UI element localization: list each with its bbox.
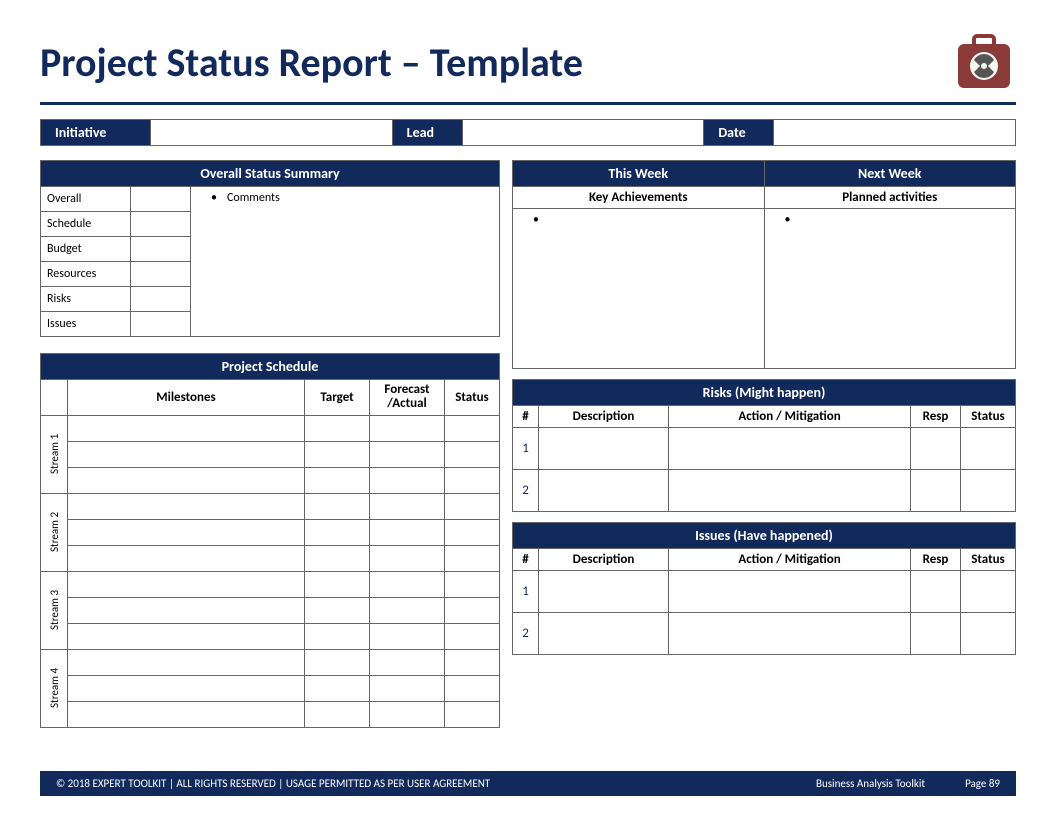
risks-status-col: Status <box>961 406 1016 428</box>
this-week-header: This Week <box>513 161 765 187</box>
risks-status-cell[interactable] <box>131 287 191 312</box>
issues-status-col: Status <box>961 549 1016 571</box>
toolkit-logo-icon <box>952 30 1016 94</box>
lead-label: Lead <box>393 120 463 145</box>
issues-action-col: Action / Mitigation <box>669 549 911 571</box>
initiative-value[interactable] <box>151 120 393 145</box>
issues-num-col: # <box>513 549 539 571</box>
page-title: Project Status Report – Template <box>40 38 583 87</box>
overall-status-cell[interactable] <box>131 187 191 212</box>
issue-row-num: 2 <box>513 613 539 655</box>
issues-status-cell[interactable] <box>131 312 191 337</box>
risks-header: Risks (Might happen) <box>513 380 1016 406</box>
risks-num-col: # <box>513 406 539 428</box>
key-achievements-cell[interactable] <box>513 209 765 369</box>
planned-activities-label: Planned activities <box>764 187 1016 209</box>
risk-row-num: 1 <box>513 428 539 470</box>
risks-row-label: Risks <box>41 287 131 312</box>
stream-4-label: Stream 4 <box>41 649 68 727</box>
page-footer: © 2018 EXPERT TOOLKIT | ALL RIGHTS RESER… <box>40 771 1016 796</box>
stream-3-label: Stream 3 <box>41 571 68 649</box>
overall-status-table: Overall Status Summary Overall Comments … <box>40 160 500 337</box>
issues-resp-col: Resp <box>911 549 961 571</box>
overall-row-label: Overall <box>41 187 131 212</box>
page-header: Project Status Report – Template <box>40 30 1016 105</box>
schedule-header: Project Schedule <box>41 354 500 380</box>
risks-resp-col: Resp <box>911 406 961 428</box>
target-col: Target <box>305 380 370 416</box>
issues-row-label: Issues <box>41 312 131 337</box>
key-achievements-label: Key Achievements <box>513 187 765 209</box>
issues-table: Issues (Have happened) # Description Act… <box>512 522 1016 655</box>
budget-status-cell[interactable] <box>131 237 191 262</box>
footer-copyright: © 2018 EXPERT TOOLKIT | ALL RIGHTS RESER… <box>56 777 490 790</box>
next-week-header: Next Week <box>764 161 1016 187</box>
week-table: This Week Next Week Key Achievements Pla… <box>512 160 1016 369</box>
risk-row-num: 2 <box>513 470 539 512</box>
schedule-row-label: Schedule <box>41 212 131 237</box>
issue-row-num: 1 <box>513 571 539 613</box>
status-col: Status <box>445 380 500 416</box>
initiative-label: Initiative <box>41 120 151 145</box>
resources-status-cell[interactable] <box>131 262 191 287</box>
overall-comments[interactable]: Comments <box>191 187 500 337</box>
risks-desc-col: Description <box>539 406 669 428</box>
footer-product: Business Analysis Toolkit <box>816 777 925 790</box>
issues-desc-col: Description <box>539 549 669 571</box>
budget-row-label: Budget <box>41 237 131 262</box>
footer-page: Page 89 <box>965 777 1000 790</box>
forecast-col: Forecast /Actual <box>370 380 445 416</box>
risks-action-col: Action / Mitigation <box>669 406 911 428</box>
overall-header: Overall Status Summary <box>41 161 500 187</box>
issues-header: Issues (Have happened) <box>513 523 1016 549</box>
lead-value[interactable] <box>463 120 705 145</box>
info-bar: Initiative Lead Date <box>40 119 1016 146</box>
project-schedule-table: Project Schedule Milestones Target Forec… <box>40 353 500 728</box>
stream-1-label: Stream 1 <box>41 415 68 493</box>
milestones-col: Milestones <box>68 380 305 416</box>
planned-activities-cell[interactable] <box>764 209 1016 369</box>
schedule-status-cell[interactable] <box>131 212 191 237</box>
date-value[interactable] <box>774 120 1015 145</box>
stream-2-label: Stream 2 <box>41 493 68 571</box>
date-label: Date <box>704 120 774 145</box>
risks-table: Risks (Might happen) # Description Actio… <box>512 379 1016 512</box>
resources-row-label: Resources <box>41 262 131 287</box>
